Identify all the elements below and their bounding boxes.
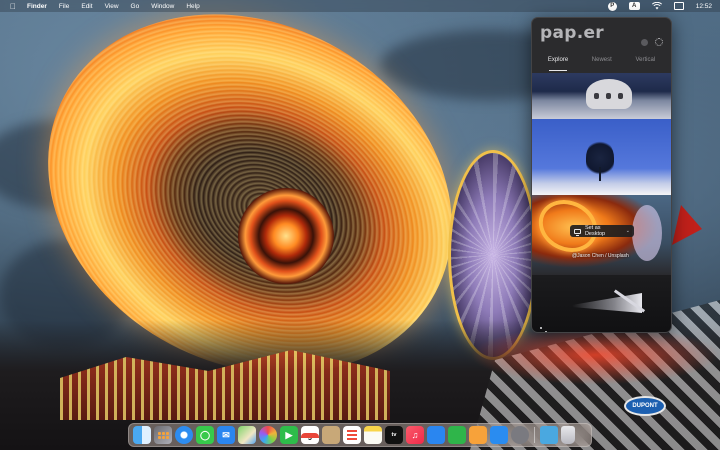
wallpaper-thumbnail[interactable] <box>532 73 671 119</box>
apple-menu-icon[interactable]:  <box>8 2 18 11</box>
wallpaper-thumbnail[interactable] <box>532 275 671 332</box>
app-store-icon[interactable] <box>490 426 508 444</box>
menu-window[interactable]: Window <box>151 3 174 10</box>
paper-app-popover: pap.er Explore Newest Vertical Set as De… <box>531 17 672 333</box>
tab-newest[interactable]: Newest <box>592 54 612 70</box>
menu-clock[interactable]: 12:52 <box>696 3 712 10</box>
pages-icon[interactable] <box>469 426 487 444</box>
set-as-desktop-button[interactable]: Set as Desktop ⌄ <box>570 225 634 237</box>
menu-app-name[interactable]: Finder <box>27 3 47 10</box>
chevron-down-icon[interactable]: ⌄ <box>626 228 630 234</box>
menu-view[interactable]: View <box>105 3 119 10</box>
monitor-icon <box>574 228 581 236</box>
igloo-dome <box>586 79 632 109</box>
keynote-icon[interactable] <box>427 426 445 444</box>
popover-header: pap.er <box>532 18 671 54</box>
launchpad-icon[interactable] <box>154 426 172 444</box>
flag <box>672 205 702 245</box>
safari-icon[interactable] <box>175 426 193 444</box>
paper-status-icon[interactable]: P <box>607 0 617 12</box>
status-area: P A 12:52 <box>607 0 712 12</box>
menu-help[interactable]: Help <box>186 3 199 10</box>
control-center-icon[interactable] <box>673 0 684 12</box>
wifi-icon[interactable] <box>651 0 662 12</box>
dupont-sign: DUPONT <box>624 396 666 416</box>
dock: ◯ ✉ ▶ 9 tv ♫ <box>128 423 592 447</box>
neon-glow <box>470 325 720 385</box>
wallpaper-thumbnail-hovered[interactable]: Set as Desktop ⌄ @Jason Chen / Unsplash <box>532 195 671 275</box>
input-source-icon[interactable]: A <box>628 0 640 12</box>
menu-edit[interactable]: Edit <box>81 3 92 10</box>
popover-tabs: Explore Newest Vertical <box>532 54 671 71</box>
wallpaper-thumbnail[interactable] <box>532 119 671 195</box>
finder-icon[interactable] <box>133 426 151 444</box>
system-settings-icon[interactable] <box>511 426 529 444</box>
numbers-icon[interactable] <box>448 426 466 444</box>
downloads-folder-icon[interactable] <box>540 426 558 444</box>
tv-icon[interactable]: tv <box>385 426 403 444</box>
mail-icon[interactable]: ✉ <box>217 426 235 444</box>
set-as-desktop-label: Set as Desktop <box>584 225 606 237</box>
facetime-icon[interactable]: ▶ <box>280 426 298 444</box>
menu-go[interactable]: Go <box>131 3 140 10</box>
popover-header-actions <box>641 38 663 46</box>
ride-hub <box>238 188 334 284</box>
maps-icon[interactable] <box>238 426 256 444</box>
tab-explore[interactable]: Explore <box>548 54 568 71</box>
trash-icon[interactable] <box>561 426 575 444</box>
reminders-icon[interactable] <box>343 426 361 444</box>
gear-icon[interactable] <box>655 38 663 46</box>
calendar-icon[interactable]: 9 <box>301 426 319 444</box>
brightness-icon[interactable] <box>641 39 648 46</box>
wallpaper-gallery: Set as Desktop ⌄ @Jason Chen / Unsplash <box>532 73 671 332</box>
contacts-icon[interactable] <box>322 426 340 444</box>
calendar-day: 9 <box>307 432 313 442</box>
messages-icon[interactable]: ◯ <box>196 426 214 444</box>
app-logo: pap.er <box>540 23 604 43</box>
ferris-wheel <box>632 205 662 261</box>
menu-file[interactable]: File <box>59 3 69 10</box>
photos-icon[interactable] <box>259 426 277 444</box>
notes-icon[interactable] <box>364 426 382 444</box>
dock-separator <box>534 427 535 443</box>
menu-bar:  Finder File Edit View Go Window Help P… <box>0 0 720 12</box>
tab-vertical[interactable]: Vertical <box>635 54 655 70</box>
music-icon[interactable]: ♫ <box>406 426 424 444</box>
photo-credit[interactable]: @Jason Chen / Unsplash <box>572 253 629 259</box>
